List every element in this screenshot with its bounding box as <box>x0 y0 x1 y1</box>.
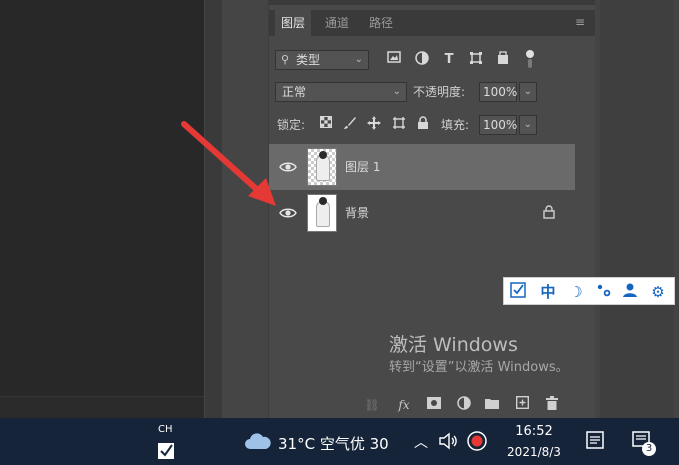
chevron-down-icon: ⌄ <box>354 54 363 65</box>
figure-head <box>319 197 327 205</box>
trash-icon[interactable] <box>543 396 561 414</box>
lock-label: 锁定: <box>277 118 306 132</box>
chevron-down-icon: ⌄ <box>392 86 401 97</box>
lock-image-pixels-icon[interactable] <box>341 116 359 134</box>
tab-paths[interactable]: 路径 <box>363 10 399 36</box>
type-filter-icon[interactable]: T <box>440 51 458 69</box>
layer-thumbnail <box>307 194 337 232</box>
moon-icon[interactable]: ☽ <box>566 282 586 302</box>
windows-taskbar: CH 31°C 空气优 30 ︿ 16:52 2021/8/3 3 <box>0 418 679 465</box>
lock-position-icon[interactable] <box>365 116 383 134</box>
image-filter-icon[interactable] <box>385 51 403 69</box>
tab-channels[interactable]: 通道 <box>319 10 355 36</box>
layers-bottom-toolbar: ⛓ fx <box>359 395 589 414</box>
clock-time[interactable]: 16:52 <box>510 424 558 439</box>
panel-dock-right-inner <box>600 0 674 418</box>
opacity-value: 100% <box>483 85 518 99</box>
cloud-icon[interactable] <box>244 432 272 454</box>
layer-filter-value: 类型 <box>296 53 321 67</box>
lock-artboard-icon[interactable] <box>390 116 408 134</box>
fill-dropdown-button[interactable]: ⌄ <box>519 115 537 135</box>
search-icon: ⚲ <box>281 53 290 66</box>
record-icon[interactable] <box>467 431 487 455</box>
chevron-down-icon: ⌄ <box>523 86 532 97</box>
opacity-field[interactable]: 100% <box>479 82 517 102</box>
fill-value: 100% <box>483 118 518 132</box>
panel-top-divider <box>269 0 595 5</box>
speaker-icon[interactable] <box>438 432 458 454</box>
opacity-dropdown-button[interactable]: ⌄ <box>519 82 537 102</box>
visibility-eye-icon[interactable] <box>279 204 297 222</box>
weather-text[interactable]: 31°C 空气优 30 <box>278 433 389 454</box>
panel-gutter <box>204 0 223 418</box>
notification-count-badge: 3 <box>642 442 656 456</box>
ime-checkbox-icon[interactable] <box>157 442 175 464</box>
ime-chinese-mode[interactable]: 中 <box>538 282 558 302</box>
canvas-status-strip <box>0 396 204 419</box>
activation-watermark-title: 激活 Windows <box>389 334 518 356</box>
layer-name[interactable]: 背景 <box>345 190 369 236</box>
folder-icon[interactable] <box>483 396 501 414</box>
mask-icon[interactable] <box>425 396 443 414</box>
layer-filter-dropdown[interactable]: ⚲ 类型 ⌄ <box>275 50 369 70</box>
smart-object-filter-icon[interactable] <box>494 51 512 69</box>
gear-icon[interactable]: ⚙ <box>648 282 668 302</box>
ime-settings-checkbox-icon[interactable] <box>508 282 528 302</box>
adjustment-icon[interactable] <box>455 396 473 414</box>
tab-layers[interactable]: 图层 <box>275 10 311 36</box>
layer-row-background[interactable]: 背景 <box>269 190 575 236</box>
layers-panel-tabs: 图层 通道 路径 ≡ <box>269 10 595 36</box>
layer-thumbnail <box>307 148 337 186</box>
activation-watermark-subtitle: 转到“设置”以激活 Windows。 <box>389 360 569 375</box>
lock-all-icon[interactable] <box>414 116 432 134</box>
chevron-down-icon: ⌄ <box>523 119 532 130</box>
panel-dock-left <box>222 0 268 418</box>
action-center-icon[interactable] <box>586 431 604 453</box>
fill-label: 填充: <box>441 118 470 132</box>
fx-icon[interactable]: fx <box>395 396 413 414</box>
link-icon[interactable]: ⛓ <box>363 396 381 414</box>
user-icon[interactable] <box>620 282 640 302</box>
new-layer-icon[interactable] <box>513 395 531 414</box>
opacity-label: 不透明度: <box>413 85 466 99</box>
figure-head <box>319 151 327 159</box>
panel-menu-icon[interactable]: ≡ <box>575 16 587 28</box>
ime-toolbar: 中 ☽ ⚙ <box>503 277 675 305</box>
visibility-eye-icon[interactable] <box>279 158 297 176</box>
chevron-up-icon[interactable]: ︿ <box>414 432 428 452</box>
canvas-area[interactable] <box>0 0 204 418</box>
blend-mode-value: 正常 <box>282 85 307 99</box>
fill-field[interactable]: 100% <box>479 115 517 135</box>
layer-lock-icon[interactable] <box>543 204 557 220</box>
adjustment-filter-icon[interactable] <box>413 51 431 69</box>
shape-filter-icon[interactable] <box>467 51 485 69</box>
layer-name[interactable]: 图层 1 <box>345 144 380 190</box>
lock-transparent-pixels-icon[interactable] <box>317 116 335 134</box>
filter-toggle-icon[interactable] <box>521 49 539 68</box>
punctuation-icon[interactable] <box>594 282 614 302</box>
blend-mode-dropdown[interactable]: 正常 ⌄ <box>275 82 407 102</box>
input-language-indicator[interactable]: CH <box>158 424 173 435</box>
clock-date[interactable]: 2021/8/3 <box>500 445 568 459</box>
layer-row-layer1[interactable]: 图层 1 <box>269 144 575 190</box>
